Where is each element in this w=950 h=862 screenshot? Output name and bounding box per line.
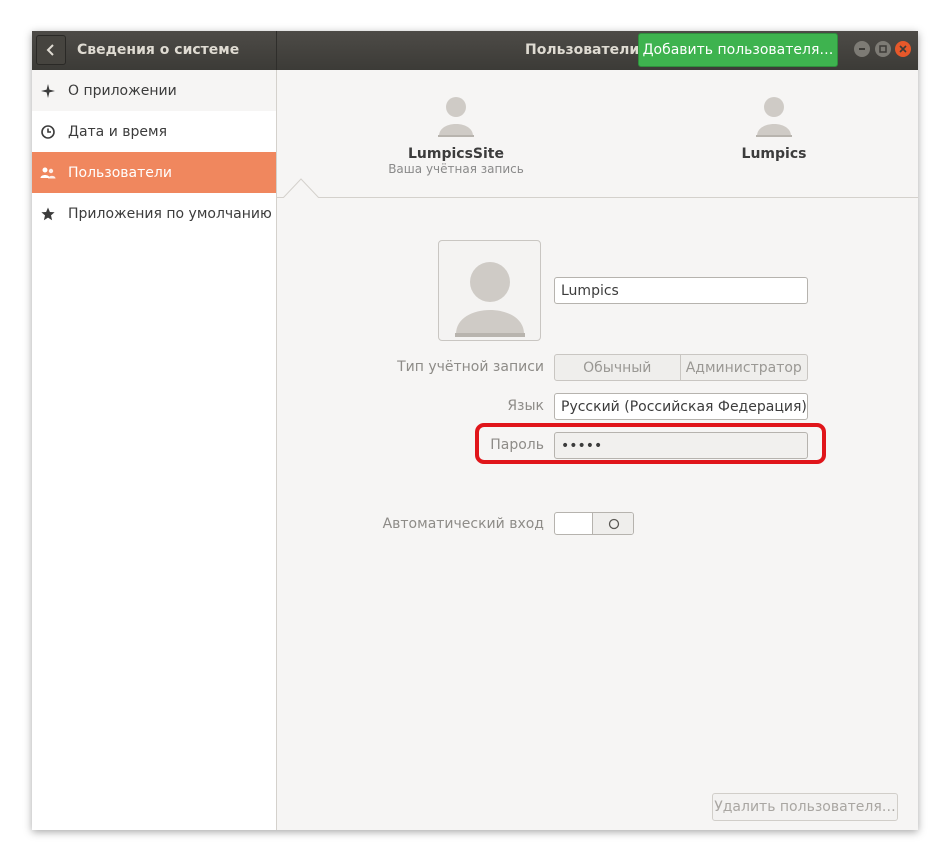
back-button[interactable] <box>36 35 66 65</box>
sidebar-item-default-apps[interactable]: Приложения по умолчанию <box>32 193 276 234</box>
close-icon <box>899 45 907 53</box>
username-field[interactable]: Lumpics <box>554 277 808 304</box>
title-bar-left: Сведения о системе <box>32 31 277 70</box>
minimize-icon <box>859 48 865 50</box>
user-avatar-icon <box>756 97 792 137</box>
sidebar-item-users[interactable]: Пользователи <box>32 152 276 193</box>
user-subtitle: Ваша учётная запись <box>388 162 524 176</box>
account-type-switch[interactable]: Обычный Администратор <box>554 354 808 381</box>
section-title: Пользователи <box>525 42 640 58</box>
language-label: Язык <box>507 398 544 414</box>
sidebar: О приложении Дата и время Пользователи П… <box>32 70 277 830</box>
user-avatar-icon <box>454 262 525 337</box>
user-card-other[interactable]: Lumpics <box>709 94 839 162</box>
add-user-button[interactable]: Добавить пользователя… <box>638 33 838 67</box>
user-avatar-button[interactable] <box>438 240 541 341</box>
sidebar-item-label: Дата и время <box>68 123 167 140</box>
account-type-admin[interactable]: Администратор <box>681 355 807 380</box>
maximize-icon <box>879 45 887 53</box>
user-card-current[interactable]: LumpicsSite Ваша учётная запись <box>381 94 531 176</box>
chevron-left-icon <box>46 44 54 56</box>
autologin-switch[interactable] <box>554 512 634 535</box>
account-type-standard[interactable]: Обычный <box>555 355 681 380</box>
delete-user-button[interactable]: Удалить пользователя… <box>712 793 898 821</box>
password-highlight-frame <box>475 423 826 464</box>
sidebar-item-label: Пользователи <box>68 164 172 181</box>
users-icon <box>40 165 56 181</box>
star-icon <box>40 206 56 222</box>
app-title: Сведения о системе <box>77 42 240 58</box>
clock-icon <box>40 124 56 140</box>
sidebar-item-date-time[interactable]: Дата и время <box>32 111 276 152</box>
sparkle-icon <box>40 83 56 99</box>
selection-pointer <box>283 178 319 199</box>
settings-window: Сведения о системе Пользователи Добавить… <box>32 31 918 830</box>
autologin-label: Автоматический вход <box>382 516 544 532</box>
user-name: LumpicsSite <box>408 146 504 162</box>
sidebar-item-about[interactable]: О приложении <box>32 70 276 111</box>
user-name: Lumpics <box>741 146 807 162</box>
sidebar-item-label: О приложении <box>68 82 177 99</box>
account-type-label: Тип учётной записи <box>397 359 544 375</box>
minimize-button[interactable] <box>854 41 870 57</box>
off-circle-icon <box>608 518 619 529</box>
switch-knob <box>592 513 633 534</box>
user-avatar-icon <box>438 97 474 137</box>
close-button[interactable] <box>895 41 911 57</box>
maximize-button[interactable] <box>875 41 891 57</box>
users-panel: LumpicsSite Ваша учётная запись Lumpics … <box>277 70 918 830</box>
user-strip-divider <box>277 197 918 198</box>
language-button[interactable]: Русский (Российская Федерация) <box>554 393 808 420</box>
sidebar-item-label: Приложения по умолчанию <box>68 205 272 222</box>
title-bar: Сведения о системе Пользователи Добавить… <box>32 31 918 70</box>
